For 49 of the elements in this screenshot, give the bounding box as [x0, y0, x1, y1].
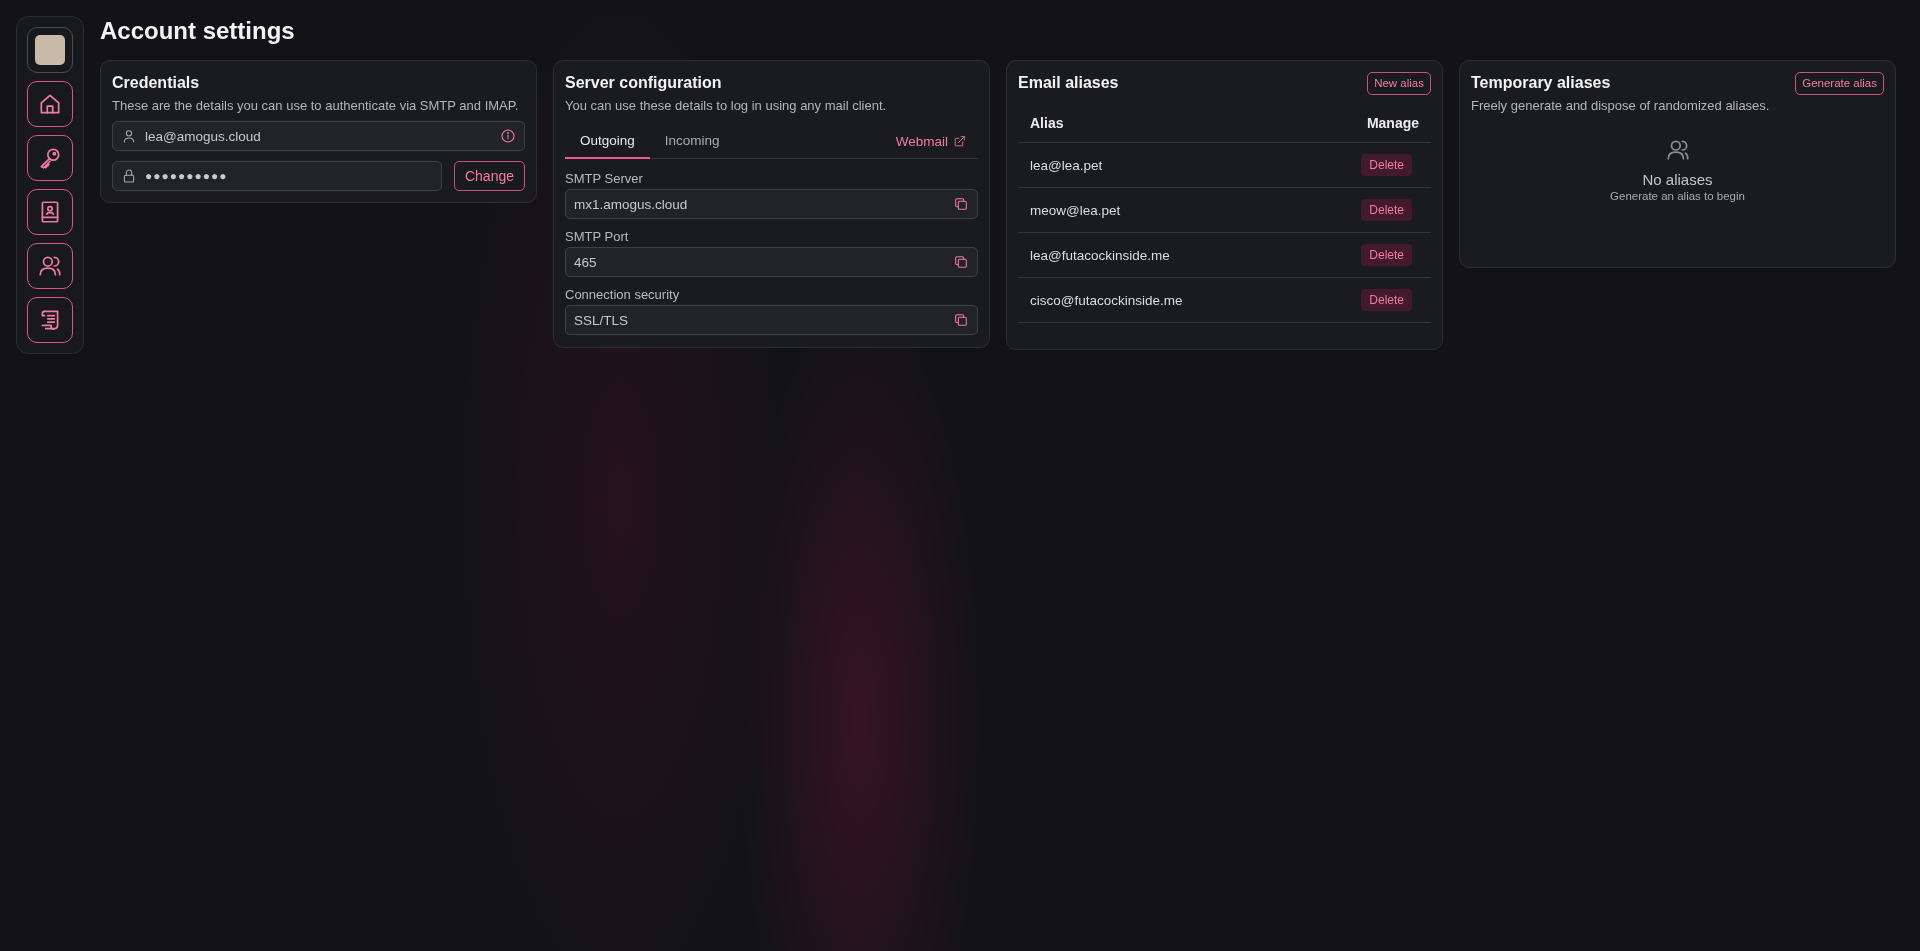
delete-button[interactable]: Delete: [1361, 199, 1412, 221]
info-icon[interactable]: [500, 128, 516, 144]
card-title: Credentials: [112, 74, 200, 92]
user-icon: [121, 128, 137, 144]
empty-state-hint: Generate an alias to begin: [1610, 190, 1745, 202]
generate-alias-button[interactable]: Generate alias: [1795, 71, 1884, 95]
table-cell: lea@futacockinside.me: [1030, 247, 1170, 263]
delete-button[interactable]: Delete: [1361, 289, 1412, 311]
webmail-link[interactable]: Webmail: [895, 125, 978, 158]
table-cell: meow@lea.pet: [1030, 202, 1121, 218]
table-cell: cisco@futacockinside.me: [1030, 292, 1183, 308]
copy-icon[interactable]: [953, 196, 969, 212]
field-label: SMTP Port: [565, 229, 630, 244]
sidebar-nav-button[interactable]: [27, 243, 73, 289]
delete-button[interactable]: Delete: [1361, 244, 1412, 266]
sidebar-nav-button[interactable]: [27, 297, 73, 343]
card-description: Freely generate and dispose of randomized aliases.: [1471, 98, 1771, 113]
tab[interactable]: Outgoing: [565, 125, 650, 159]
username-field[interactable]: lea@amogus.cloud: [112, 121, 525, 151]
sidebar-nav-button[interactable]: [27, 81, 73, 127]
avatar-photo-placeholder[interactable]: [35, 35, 65, 65]
password-field[interactable]: ●●●●●●●●●●: [112, 161, 442, 191]
delete-button[interactable]: Delete: [1361, 154, 1412, 176]
empty-state-title: No aliases: [1642, 171, 1713, 188]
sidebar-nav-button[interactable]: [27, 189, 73, 235]
sidebar-nav-button[interactable]: [27, 135, 73, 181]
users-icon: [37, 253, 63, 279]
copy-icon[interactable]: [953, 254, 969, 270]
new-alias-button[interactable]: New alias: [1367, 71, 1431, 95]
field-label: SMTP Server: [565, 171, 644, 186]
card-description: You can use these details to log in using any mail client.: [565, 98, 888, 113]
card-title: Email aliases: [1018, 74, 1119, 92]
text-field[interactable]: mx1.amogus.cloud: [565, 189, 978, 219]
column-header: Alias: [1030, 114, 1064, 131]
change-button[interactable]: Change: [453, 161, 525, 191]
copy-icon[interactable]: [953, 312, 969, 328]
users-icon: [1664, 137, 1691, 163]
text-field[interactable]: SSL/TLS: [565, 305, 978, 335]
page-title: Account settings: [100, 16, 296, 46]
lock-icon: [121, 168, 137, 184]
table-cell: lea@lea.pet: [1030, 157, 1103, 173]
external-link-icon: [953, 135, 966, 148]
card-title: Server configuration: [565, 74, 722, 92]
card-title: Temporary aliases: [1471, 74, 1611, 92]
card-description: These are the details you can use to authenticate via SMTP and IMAP.: [112, 98, 520, 113]
tab[interactable]: Incoming: [649, 125, 735, 159]
text-field[interactable]: 465: [565, 247, 978, 277]
field-label: Connection security: [565, 287, 681, 302]
column-header: Manage: [1366, 114, 1419, 131]
